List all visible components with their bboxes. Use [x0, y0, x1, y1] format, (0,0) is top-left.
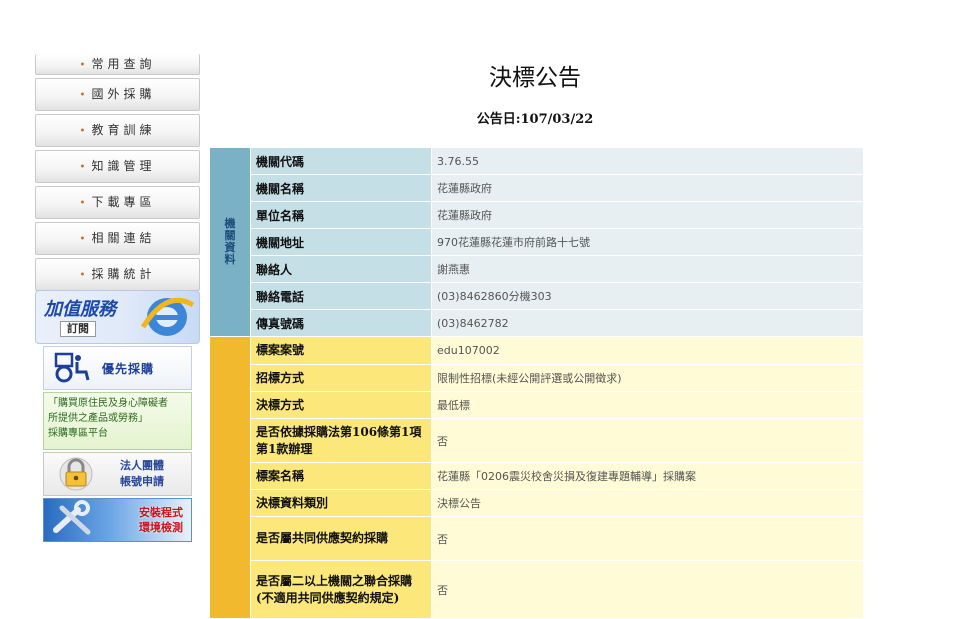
tools-icon: [53, 500, 91, 535]
banner-line: 所提供之產品或勞務」: [48, 413, 148, 424]
table-row: 機關地址 970花蓮縣花蓮市府前路十七號: [210, 228, 864, 256]
lock-icon: [59, 457, 93, 491]
value-added-service-banner[interactable]: 加值服務 訂閱: [35, 290, 200, 344]
row-value: 花蓮縣「0206震災校舍災損及復建專題輔導」採購案: [431, 462, 864, 490]
table-row: 標案案號 edu107002: [209, 336, 864, 619]
table-row: 決標方式 最低標: [210, 391, 864, 419]
row-label: 機關地址: [250, 228, 432, 256]
row-label: 決標資料類別: [250, 489, 432, 517]
banner-label: 安裝程式 環境檢測: [139, 505, 183, 535]
browser-icon: [140, 297, 195, 336]
row-value: 3.76.55: [431, 147, 864, 175]
banner-line: 安裝程式: [139, 506, 183, 519]
row-value: 最低標: [431, 391, 864, 419]
row-value: 花蓮縣政府: [431, 201, 864, 229]
row-label: 傳真號碼: [250, 309, 432, 337]
table-row: 是否屬共同供應契約採購 否: [210, 516, 864, 561]
indigenous-disability-procurement-banner[interactable]: 「購買原住民及身心障礙者 所提供之產品或勞務」 採購專區平台: [43, 392, 192, 450]
install-environment-check-banner[interactable]: 安裝程式 環境檢測: [43, 498, 192, 542]
table-row: 傳真號碼 (03)8462782: [210, 309, 864, 337]
table-row: 是否依據採購法第106條第1項第1款辦理 否: [210, 418, 864, 463]
table-row: 標案名稱 花蓮縣「0206震災校舍災損及復建專題輔導」採購案: [210, 462, 864, 490]
row-label: 是否屬共同供應契約採購: [250, 516, 432, 561]
bullet-icon: •: [79, 162, 86, 173]
announcement-date: 公告日:107/03/22: [476, 112, 594, 127]
agency-section-label: 機關資料: [209, 147, 251, 337]
sidebar-item-label: 採購統計: [91, 267, 156, 281]
row-value: 決標公告: [431, 489, 864, 517]
row-label: 決標方式: [250, 391, 432, 419]
bullet-icon: •: [79, 270, 86, 281]
award-detail-table: 機關資料 機關代碼 3.76.55 機關名稱 花蓮縣政府 單位名稱 花蓮縣政府 …: [209, 147, 864, 619]
row-label: 機關名稱: [250, 174, 432, 202]
row-label: 聯絡電話: [250, 282, 432, 310]
table-row: 聯絡人 謝燕惠: [210, 255, 864, 283]
table-row: 機關名稱 花蓮縣政府: [210, 174, 864, 202]
banner-line: 帳號申請: [120, 475, 164, 488]
row-value: edu107002: [431, 336, 864, 365]
row-value: 謝燕惠: [431, 255, 864, 283]
row-label: 是否依據採購法第106條第1項第1款辦理: [250, 418, 432, 463]
tender-section-label: [209, 336, 251, 619]
banner-text: 「購買原住民及身心障礙者 所提供之產品或勞務」 採購專區平台: [48, 396, 168, 441]
row-value: (03)8462860分機303: [431, 282, 864, 310]
bullet-icon: •: [79, 234, 86, 245]
banner-line: 法人團體: [120, 459, 164, 472]
priority-procurement-banner[interactable]: 優先採購: [43, 346, 192, 390]
row-label: 標案名稱: [250, 462, 432, 490]
banner-line: 「購買原住民及身心障礙者: [48, 398, 168, 409]
sidebar-item-label: 知識管理: [91, 159, 156, 173]
row-value: 否: [431, 418, 864, 463]
sidebar-item-related-links[interactable]: • 相關連結: [35, 222, 200, 255]
table-row: 是否屬二以上機關之聯合採購(不適用共同供應契約規定) 否: [210, 560, 864, 619]
sidebar-item-label: 下載專區: [91, 195, 156, 209]
table-row: 聯絡電話 (03)8462860分機303: [210, 282, 864, 310]
banner-line: 環境檢測: [139, 521, 183, 534]
accessibility-icon: [54, 352, 90, 383]
row-value: 否: [431, 516, 864, 561]
page-title: 決標公告: [489, 65, 581, 91]
table-row: 單位名稱 花蓮縣政府: [210, 201, 864, 229]
bullet-icon: •: [79, 198, 86, 209]
row-value: 花蓮縣政府: [431, 174, 864, 202]
sidebar-item-downloads[interactable]: • 下載專區: [35, 186, 200, 219]
sidebar-item-procurement-stats[interactable]: • 採購統計: [35, 258, 200, 291]
table-row: 決標資料類別 決標公告: [210, 489, 864, 517]
row-label: 標案案號: [250, 336, 432, 365]
section-label-text: 機關資料: [224, 217, 236, 266]
bullet-icon: •: [79, 126, 86, 137]
sidebar-item-label: 相關連結: [91, 231, 156, 245]
row-label: 單位名稱: [250, 201, 432, 229]
row-label: 是否屬二以上機關之聯合採購(不適用共同供應契約規定): [250, 560, 432, 619]
banner-label: 優先採購: [102, 362, 155, 376]
banner-line: 採購專區平台: [48, 428, 108, 439]
table-row: 機關資料 機關代碼 3.76.55: [209, 147, 864, 337]
row-value: 970花蓮縣花蓮市府前路十七號: [431, 228, 864, 256]
sidebar-item-knowledge-management[interactable]: • 知識管理: [35, 150, 200, 183]
row-value: 限制性招標(未經公開評選或公開徵求): [431, 364, 864, 392]
row-label: 機關代碼: [250, 147, 432, 175]
row-label: 聯絡人: [250, 255, 432, 283]
corporate-account-banner[interactable]: 法人團體 帳號申請: [43, 452, 192, 496]
row-value: (03)8462782: [431, 309, 864, 337]
table-row: 招標方式 限制性招標(未經公開評選或公開徵求): [210, 364, 864, 392]
row-value: 否: [431, 560, 864, 619]
row-label: 招標方式: [250, 364, 432, 392]
banner-title: 加值服務: [44, 299, 116, 319]
banner-label: 法人團體 帳號申請: [120, 458, 164, 490]
banner-subtitle: 訂閱: [60, 321, 96, 337]
